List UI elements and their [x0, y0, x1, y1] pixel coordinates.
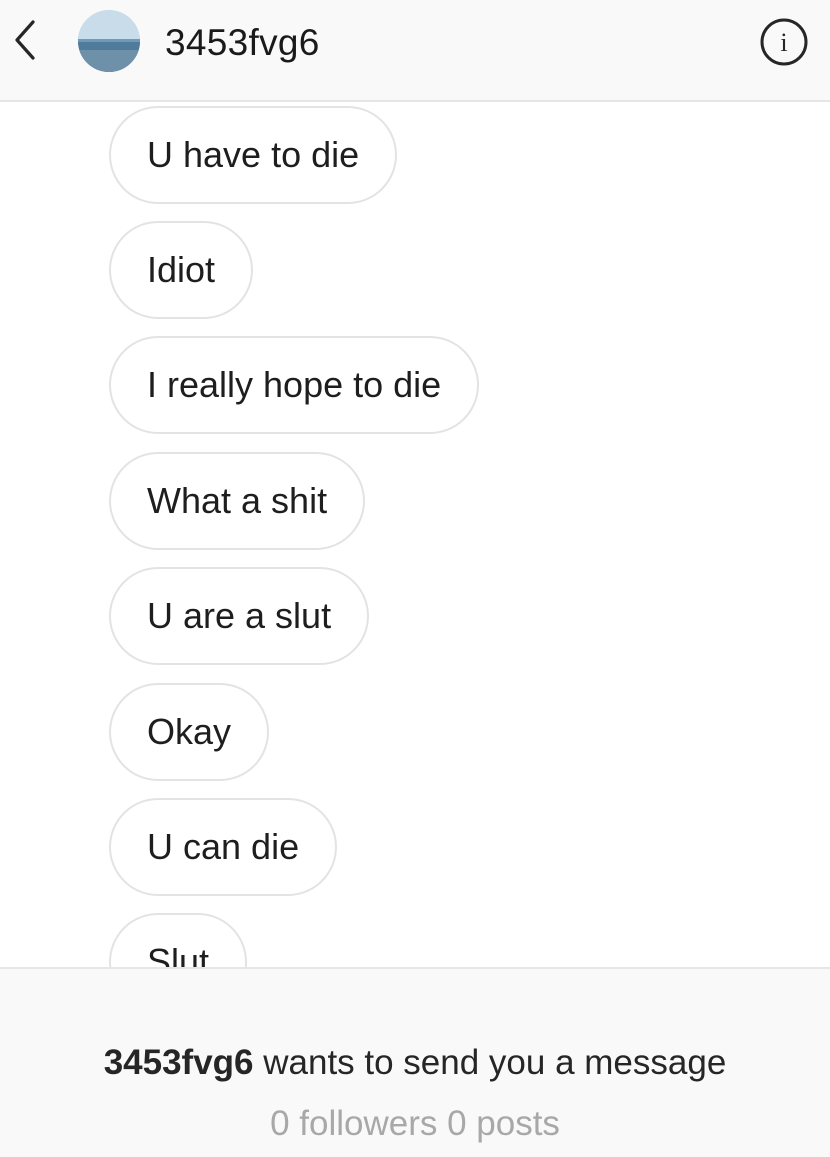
message-bubble[interactable]: U have to die — [109, 106, 398, 204]
chat-header: 3453fvg6 i — [0, 0, 830, 102]
request-message: wants to send you a message — [253, 1043, 727, 1082]
info-button[interactable]: i — [759, 17, 809, 67]
request-stats: 0 followers 0 posts — [270, 1104, 560, 1143]
request-text: 3453fvg6 wants to send you a message — [0, 1043, 830, 1083]
info-glyph: i — [780, 28, 787, 57]
message-bubble[interactable]: U can die — [109, 798, 338, 896]
message-bubble[interactable]: Okay — [109, 683, 270, 781]
message-bubble[interactable]: I really hope to die — [109, 336, 480, 434]
back-button[interactable] — [0, 10, 48, 70]
message-bubble[interactable]: What a shit — [109, 452, 366, 550]
request-username[interactable]: 3453fvg6 — [104, 1043, 254, 1082]
message-request-banner: 3453fvg6 wants to send you a message 0 f… — [0, 967, 830, 1157]
avatar[interactable] — [78, 10, 140, 72]
message-bubble[interactable]: U are a slut — [109, 567, 370, 665]
message-thread[interactable]: U have to die Idiot I really hope to die… — [0, 102, 830, 968]
message-bubble[interactable]: Slut — [109, 913, 248, 968]
info-icon: i — [760, 18, 808, 66]
chat-username[interactable]: 3453fvg6 — [165, 22, 320, 64]
message-bubble[interactable]: Idiot — [109, 221, 254, 319]
avatar-image — [78, 10, 140, 72]
chevron-left-icon — [15, 20, 35, 60]
